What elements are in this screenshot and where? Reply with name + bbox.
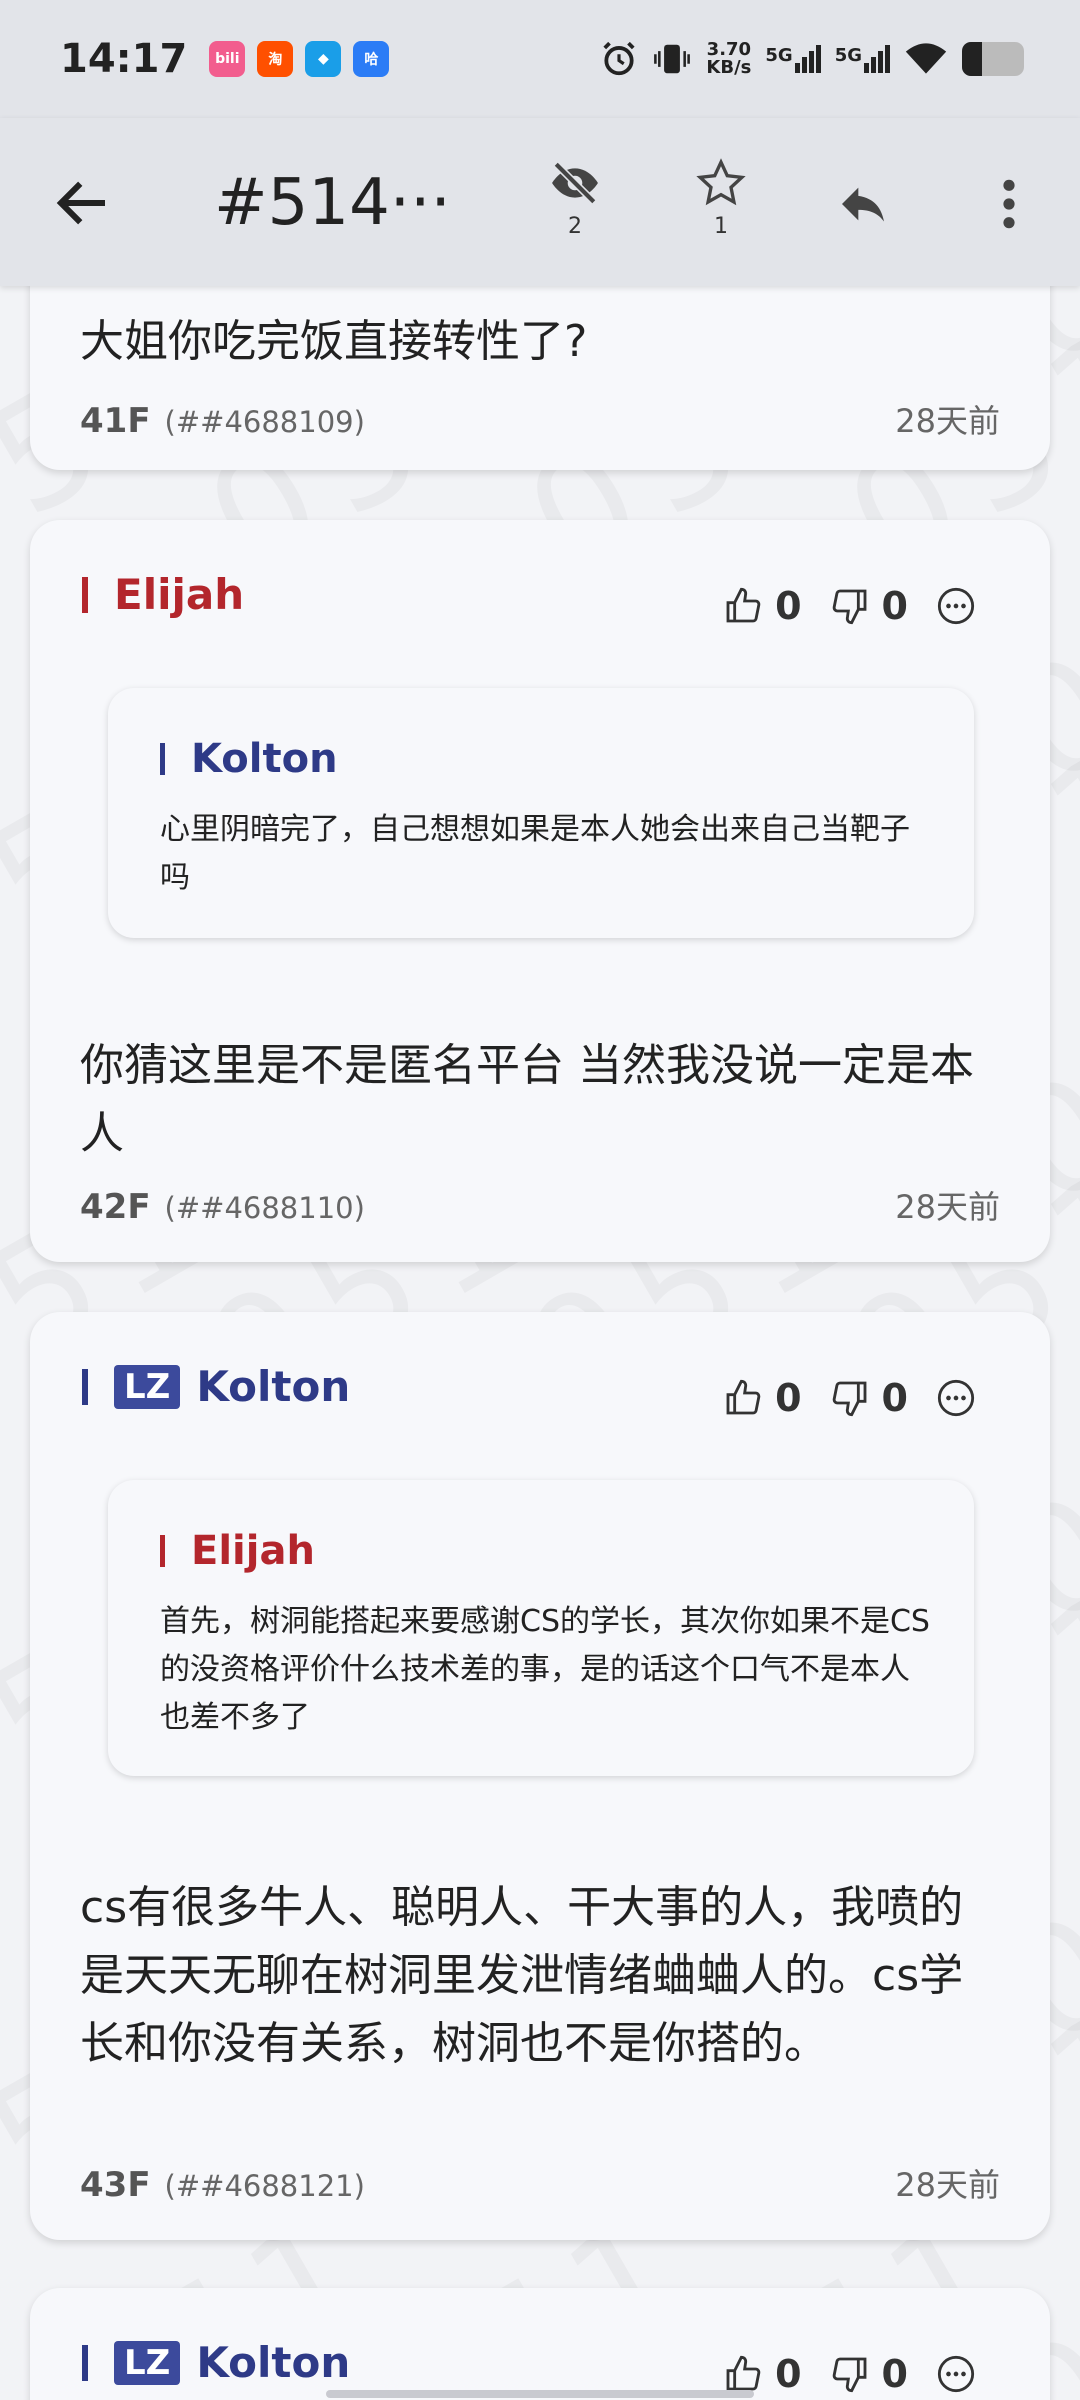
star-count: 1 xyxy=(714,214,728,239)
author-marker xyxy=(82,2344,88,2381)
net-speed: 3.70 KB/s xyxy=(706,41,751,77)
like-count: 0 xyxy=(775,584,802,628)
author-line: LZ Kolton xyxy=(82,1362,350,1411)
more-horiz-icon xyxy=(937,587,975,625)
thumbs-down-icon xyxy=(832,1381,866,1417)
post-id: (##4688110) xyxy=(164,1191,365,1225)
post-actions: 0 0 xyxy=(695,584,988,628)
quote-author-marker xyxy=(160,1535,165,1567)
thumbs-up-icon xyxy=(726,2355,761,2391)
signal-label: 5G xyxy=(765,45,793,66)
more-horiz-icon xyxy=(937,1379,975,1417)
signal-label: 5G xyxy=(834,45,862,66)
dislike-button[interactable]: 0 xyxy=(830,1376,908,1420)
battery-icon xyxy=(962,42,1024,76)
signal-5g-2: 5G xyxy=(835,45,890,73)
floor-number: 43F xyxy=(80,2165,151,2205)
author-line: LZ Kolton xyxy=(82,2338,350,2387)
author-name[interactable]: Elijah xyxy=(114,570,244,619)
more-vert-icon[interactable] xyxy=(994,176,1024,232)
quoted-reply[interactable]: Elijah 首先，树洞能搭起来要感谢CS的学长，其次你如果不是CS的没资格评价… xyxy=(108,1480,974,1776)
status-bar: 14:17 bili 淘 ◆ 哈 3.70 KB/s 5G 5G xyxy=(0,0,1080,118)
hello-app-icon: 哈 xyxy=(353,41,390,77)
alarm-icon xyxy=(603,41,635,76)
post-meta: 42F (##4688110) 28天前 xyxy=(80,1182,1000,1228)
post-meta: 41F (##4688109) 28天前 xyxy=(80,396,1000,442)
like-count: 0 xyxy=(775,1376,802,1420)
op-badge: LZ xyxy=(114,1364,181,1409)
dislike-count: 0 xyxy=(881,584,908,628)
dislike-button[interactable]: 0 xyxy=(830,584,908,628)
dislike-count: 0 xyxy=(881,2352,908,2396)
post-actions: 0 0 xyxy=(695,1376,988,1420)
post-card-next[interactable]: LZ Kolton 0 0 xyxy=(30,2288,1050,2400)
status-time: 14:17 xyxy=(60,36,188,82)
quote-text: 心里阴暗完了，自己想想如果是本人她会出来自己当靶子吗 xyxy=(160,812,910,895)
star-icon xyxy=(696,158,746,206)
thumbs-up-icon xyxy=(726,587,761,623)
author-line: Elijah xyxy=(82,570,244,619)
page-title: #514··· xyxy=(214,166,451,240)
app-bar: #514··· 2 1 xyxy=(0,118,1080,286)
dislike-count: 0 xyxy=(881,1376,908,1420)
author-name[interactable]: Kolton xyxy=(196,2338,350,2387)
eye-off-icon xyxy=(552,161,598,205)
more-horiz-icon xyxy=(937,2355,975,2393)
floor-number: 42F xyxy=(80,1187,151,1227)
bilibili-app-icon: bili xyxy=(209,41,246,77)
signal-5g-1: 5G xyxy=(765,45,821,73)
quote-author-line: Kolton xyxy=(160,736,338,782)
square-app-icon: ◆ xyxy=(305,41,342,77)
thumbs-down-icon xyxy=(832,2357,866,2393)
post-id: (##4688121) xyxy=(164,2169,365,2203)
post-time: 28天前 xyxy=(895,2166,1000,2204)
dislike-button[interactable]: 0 xyxy=(830,2352,908,2396)
post-id: (##4688109) xyxy=(164,405,365,439)
thumbs-up-icon xyxy=(726,1379,761,1415)
floor-number: 41F xyxy=(80,401,151,441)
more-button[interactable] xyxy=(936,2354,988,2394)
hidden-count: 2 xyxy=(568,214,582,239)
wifi-icon xyxy=(905,43,947,74)
taobao-app-icon: 淘 xyxy=(257,41,294,77)
quote-author-marker xyxy=(160,743,165,775)
thumbs-down-icon xyxy=(832,589,866,625)
post-meta: 43F (##4688121) 28天前 xyxy=(80,2160,1000,2206)
post-body: 大姐你吃完饭直接转性了? xyxy=(80,316,588,367)
like-button[interactable]: 0 xyxy=(723,584,802,628)
quote-text: 首先，树洞能搭起来要感谢CS的学长，其次你如果不是CS的没资格评价什么技术差的事… xyxy=(160,1604,930,1735)
home-indicator[interactable] xyxy=(326,2390,754,2398)
post-card-42f[interactable]: Elijah 0 0 Kolton 心里阴暗完了，自己想想如果是本人她会出来自己… xyxy=(30,520,1050,1262)
more-button[interactable] xyxy=(936,1378,988,1418)
author-name[interactable]: Kolton xyxy=(196,1362,350,1411)
quote-author-line: Elijah xyxy=(160,1528,315,1574)
post-time: 28天前 xyxy=(895,1188,1000,1226)
post-body: 你猜这里是不是匿名平台 当然我没说一定是本人 xyxy=(80,1040,974,1159)
quote-author: Elijah xyxy=(191,1528,315,1574)
post-card-43f[interactable]: LZ Kolton 0 0 Elijah 首先，树洞能搭起来要感谢CS的学长，其… xyxy=(30,1312,1050,2240)
net-speed-unit: KB/s xyxy=(706,57,752,78)
vibrate-icon xyxy=(654,44,691,74)
post-time: 28天前 xyxy=(895,402,1000,440)
quote-author: Kolton xyxy=(191,736,338,782)
post-body: cs有很多牛人、聪明人、干大事的人，我喷的是天天无聊在树洞里发泄情绪蛐蛐人的。c… xyxy=(80,1882,964,2069)
hide-button[interactable]: 2 xyxy=(540,158,610,248)
quoted-reply[interactable]: Kolton 心里阴暗完了，自己想想如果是本人她会出来自己当靶子吗 xyxy=(108,688,974,938)
more-button[interactable] xyxy=(936,586,988,626)
star-button[interactable]: 1 xyxy=(686,158,756,248)
battery-level xyxy=(962,42,982,76)
author-marker xyxy=(82,576,88,613)
op-badge: LZ xyxy=(114,2340,181,2385)
like-count: 0 xyxy=(775,2352,802,2396)
reply-icon[interactable] xyxy=(832,176,894,232)
author-marker xyxy=(82,1368,88,1405)
back-arrow-icon[interactable] xyxy=(50,170,116,236)
like-button[interactable]: 0 xyxy=(723,1376,802,1420)
